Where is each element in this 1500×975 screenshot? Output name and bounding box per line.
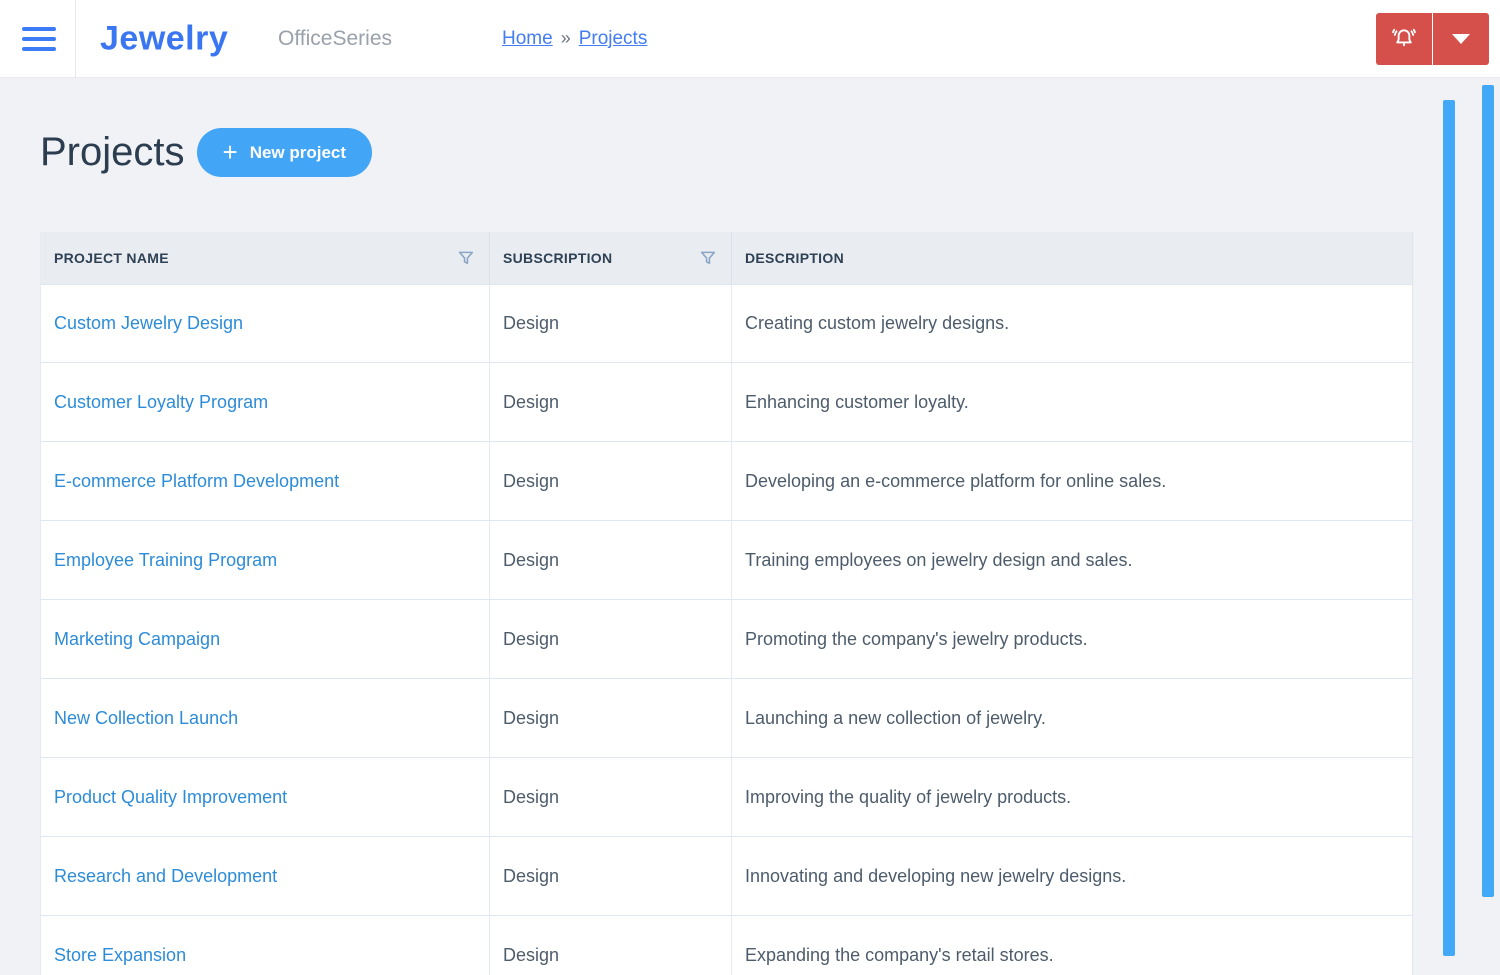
table-body: Custom Jewelry Design Design Creating cu… [41,284,1412,975]
project-name-link[interactable]: Store Expansion [54,945,186,966]
column-header-project-name: PROJECT NAME [41,232,490,284]
top-bar: Jewelry OfficeSeries Home » Projects [0,0,1500,78]
description-value: Promoting the company's jewelry products… [745,628,1088,649]
new-project-label: New project [249,142,347,162]
project-name-link[interactable]: E-commerce Platform Development [54,471,339,492]
project-name-cell: Customer Loyalty Program [41,363,490,441]
project-name-link[interactable]: Customer Loyalty Program [54,392,268,413]
topbar-divider [75,0,76,78]
column-header-label: PROJECT NAME [54,250,169,266]
project-name-cell: Custom Jewelry Design [41,285,490,362]
subscription-value: Design [503,865,560,886]
description-cell: Expanding the company's retail stores. [732,916,1414,975]
app-logo: Jewelry [100,19,229,57]
page-title: Projects [40,130,185,174]
subscription-value: Design [503,707,560,728]
project-name-link[interactable]: Marketing Campaign [54,629,220,650]
table-row: Product Quality Improvement Design Impro… [41,758,1412,837]
chevron-down-icon [1452,34,1470,44]
filter-icon[interactable] [457,249,475,267]
bell-icon [1390,25,1418,53]
subscription-value: Design [503,944,560,965]
description-value: Launching a new collection of jewelry. [745,707,1046,728]
table-row: Custom Jewelry Design Design Creating cu… [41,284,1412,363]
breadcrumb-projects-link[interactable]: Projects [579,28,648,50]
app-logo-suffix: OfficeSeries [278,26,392,50]
table-row: E-commerce Platform Development Design D… [41,442,1412,521]
subscription-value: Design [503,470,560,491]
description-cell: Improving the quality of jewelry product… [732,758,1414,836]
table-row: Customer Loyalty Program Design Enhancin… [41,363,1412,442]
description-value: Creating custom jewelry designs. [745,313,1010,333]
column-header-subscription: SUBSCRIPTION [490,232,732,284]
table-row: Research and Development Design Innovati… [41,837,1412,916]
column-header-label: DESCRIPTION [745,250,844,266]
plus-icon: + [222,136,238,167]
user-menu-button[interactable] [1433,13,1489,65]
subscription-cell: Design [490,442,732,520]
subscription-cell: Design [490,837,732,915]
description-cell: Developing an e-commerce platform for on… [732,442,1414,520]
column-header-label: SUBSCRIPTION [503,250,613,266]
description-value: Innovating and developing new jewelry de… [745,865,1127,886]
breadcrumb: Home » Projects [502,28,647,50]
project-name-link[interactable]: Research and Development [54,866,277,887]
project-name-cell: Employee Training Program [41,521,490,599]
subscription-cell: Design [490,363,732,441]
subscription-value: Design [503,391,560,412]
notifications-button[interactable] [1376,13,1432,65]
description-cell: Enhancing customer loyalty. [732,363,1414,441]
description-cell: Training employees on jewelry design and… [732,521,1414,599]
project-name-link[interactable]: Employee Training Program [54,550,277,571]
subscription-value: Design [503,549,560,570]
subscription-cell: Design [490,679,732,757]
topbar-actions [1376,13,1489,65]
project-name-cell: Marketing Campaign [41,600,490,678]
project-name-cell: New Collection Launch [41,679,490,757]
description-value: Expanding the company's retail stores. [745,944,1054,965]
subscription-cell: Design [490,285,732,362]
table-row: New Collection Launch Design Launching a… [41,679,1412,758]
table-row: Employee Training Program Design Trainin… [41,521,1412,600]
table-row: Store Expansion Design Expanding the com… [41,916,1412,975]
description-cell: Creating custom jewelry designs. [732,285,1414,362]
subscription-cell: Design [490,600,732,678]
column-header-description: DESCRIPTION [732,232,1414,284]
description-cell: Promoting the company's jewelry products… [732,600,1414,678]
page-head: Projects + New project [40,128,373,177]
hamburger-menu-icon[interactable] [22,27,56,51]
project-name-cell: Research and Development [41,837,490,915]
description-value: Developing an e-commerce platform for on… [745,470,1167,491]
project-name-cell: Store Expansion [41,916,490,975]
filter-icon[interactable] [699,249,717,267]
app-screen: Jewelry OfficeSeries Home » Projects Pro… [0,0,1500,975]
subscription-cell: Design [490,758,732,836]
project-name-link[interactable]: New Collection Launch [54,708,238,729]
table-header-row: PROJECT NAME SUBSCRIPTION DESCRIPTION [41,232,1412,284]
subscription-value: Design [503,786,560,807]
page-scrollbar[interactable] [1482,85,1494,897]
table-scrollbar[interactable] [1443,100,1455,956]
project-name-link[interactable]: Product Quality Improvement [54,787,287,808]
description-value: Enhancing customer loyalty. [745,391,969,412]
subscription-cell: Design [490,916,732,975]
project-name-cell: Product Quality Improvement [41,758,490,836]
subscription-value: Design [503,313,560,333]
projects-table: PROJECT NAME SUBSCRIPTION DESCRIPTION Cu… [40,232,1413,975]
subscription-cell: Design [490,521,732,599]
table-row: Marketing Campaign Design Promoting the … [41,600,1412,679]
description-value: Training employees on jewelry design and… [745,549,1133,570]
subscription-value: Design [503,628,560,649]
breadcrumb-home-link[interactable]: Home [502,28,553,50]
new-project-button[interactable]: + New project [196,128,373,177]
project-name-cell: E-commerce Platform Development [41,442,490,520]
description-value: Improving the quality of jewelry product… [745,786,1072,807]
description-cell: Launching a new collection of jewelry. [732,679,1414,757]
breadcrumb-separator: » [560,28,571,48]
description-cell: Innovating and developing new jewelry de… [732,837,1414,915]
project-name-link[interactable]: Custom Jewelry Design [54,313,243,334]
